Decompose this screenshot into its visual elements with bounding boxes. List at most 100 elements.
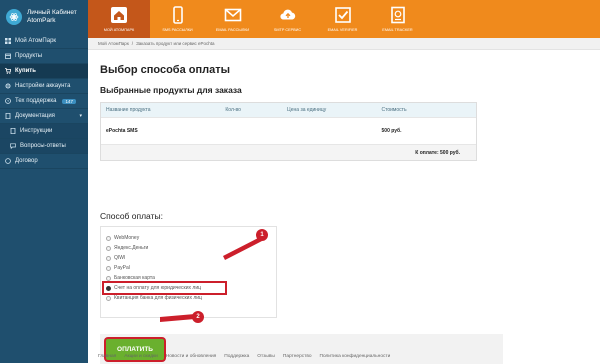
sidebar-item-products[interactable]: Продукты (0, 49, 88, 64)
sidebar-item-faq[interactable]: Вопросы-ответы (0, 139, 88, 154)
support-icon: ? (5, 98, 11, 104)
payment-option-label: PayPal (114, 265, 130, 271)
payment-option-label: Банковская карта (114, 275, 155, 281)
table-total-row: К оплате: 500 руб. (101, 145, 476, 160)
products-section-title: Выбранные продукты для заказа (100, 85, 242, 95)
sidebar-item-label: Настройки аккаунта (15, 83, 71, 89)
sidebar-item-buy[interactable]: Купить (0, 64, 88, 79)
footer-link-promos[interactable]: Акции и скидки (124, 354, 158, 359)
tab-label: Email рассылки (215, 28, 250, 32)
footer-link-privacy[interactable]: Политика конфиденциальности (320, 354, 391, 359)
sidebar-item-my-atompark[interactable]: Мой АтомПарк (0, 34, 88, 49)
atom-icon (6, 9, 22, 25)
payment-option-bank-receipt[interactable]: Квитанция банка для физических лиц (106, 293, 276, 303)
payment-method-title: Способ оплаты: (100, 211, 163, 221)
brand-line1: Личный Кабинет (27, 9, 77, 16)
page-title: Выбор способа оплаты (100, 64, 231, 76)
products-table: Название продукта Кол-во Цена за единицу… (100, 102, 477, 161)
sidebar-nav: Мой АтомПарк Продукты Купить Настройки а… (0, 34, 88, 169)
cloud-upload-icon (279, 9, 295, 20)
radio-button[interactable] (106, 255, 111, 261)
brand[interactable]: Личный Кабинет AtomPark (0, 0, 88, 34)
brand-text: Личный Кабинет AtomPark (27, 9, 77, 25)
radio-button[interactable] (106, 295, 111, 301)
column-header-qty: Кол-во (225, 107, 241, 113)
sidebar-item-documentation[interactable]: Документация ▾ (0, 109, 88, 124)
support-count-badge: 147 (62, 98, 76, 104)
tab-smtp[interactable]: SMTP сервис (260, 0, 315, 38)
radio-button[interactable] (106, 265, 111, 271)
payment-option-bank-card[interactable]: Банковская карта (106, 273, 276, 283)
footer-link-home[interactable]: Главная (98, 354, 116, 359)
total-amount: К оплате: 500 руб. (415, 149, 460, 156)
tab-my-atompark[interactable]: Мой АтомПарк (88, 0, 150, 38)
tab-email[interactable]: Email рассылки (205, 0, 260, 38)
sidebar: Личный Кабинет AtomPark Мой АтомПарк Про… (0, 0, 88, 363)
payment-option-paypal[interactable]: PayPal (106, 263, 276, 273)
cart-icon (5, 68, 11, 74)
doc-icon (5, 113, 11, 119)
phone-icon (172, 6, 183, 24)
brand-line2: AtomPark (27, 17, 56, 24)
tab-label: Мой АтомПарк (103, 28, 135, 32)
payment-option-qiwi[interactable]: QIWI (106, 253, 276, 263)
sidebar-item-label: Продукты (15, 53, 43, 59)
sidebar-item-label: Договор (15, 158, 38, 164)
footer-link-support[interactable]: Поддержка (224, 354, 249, 359)
breadcrumb-home-link[interactable]: Мой АтомПарк (98, 41, 129, 46)
sidebar-item-label: Купить (15, 68, 36, 74)
payment-option-webmoney[interactable]: WebMoney (106, 233, 276, 243)
step-marker-1: 1 (256, 229, 268, 241)
radio-button[interactable] (106, 235, 111, 241)
footer-link-reviews[interactable]: Отзывы (257, 354, 275, 359)
payment-option-yandex[interactable]: Яндекс.Деньги (106, 243, 276, 253)
sidebar-item-label: Инструкции (20, 128, 53, 134)
breadcrumb: Мой АтомПарк / Заказать продукт или серв… (88, 38, 600, 50)
footer: Главная Акции и скидки Новости и обновле… (88, 349, 600, 363)
breadcrumb-separator: / (131, 41, 134, 46)
contract-icon (5, 158, 11, 164)
sidebar-item-contract[interactable]: Договор (0, 154, 88, 169)
check-box-icon (334, 7, 351, 23)
main-content: Мой АтомПарк / Заказать продукт или серв… (88, 38, 600, 364)
doc-icon (10, 128, 16, 134)
column-header-product: Название продукта (106, 107, 151, 113)
tab-email-verifier[interactable]: Email verifier (315, 0, 370, 38)
sidebar-item-label: Мой АтомПарк (15, 38, 57, 44)
column-header-cost: Стоимость (381, 107, 407, 113)
chevron-down-icon: ▾ (79, 113, 82, 119)
sidebar-item-label: Вопросы-ответы (20, 143, 66, 149)
sidebar-item-instructions[interactable]: Инструкции (0, 124, 88, 139)
footer-link-partnership[interactable]: Партнерство (283, 354, 312, 359)
mail-icon (224, 8, 241, 22)
gear-icon (5, 83, 11, 89)
tracker-icon (390, 6, 405, 24)
sidebar-item-label: Документация (15, 113, 55, 119)
sidebar-item-account-settings[interactable]: Настройки аккаунта (0, 79, 88, 94)
footer-link-news[interactable]: Новости и обновления (166, 354, 216, 359)
sidebar-item-label: Тех поддержка (15, 98, 57, 104)
payment-option-invoice-legal[interactable]: Счет на оплату для юридических лиц (102, 281, 227, 295)
payment-options-box: WebMoney Яндекс.Деньги QIWI PayPal Банко… (100, 226, 277, 318)
radio-button-selected[interactable] (106, 285, 111, 291)
home-icon (111, 7, 127, 23)
tab-label: SMTP сервис (273, 28, 302, 32)
tab-label: Email tracker (382, 28, 413, 32)
table-row: ePochta SMS 500 руб. (101, 118, 476, 145)
tab-email-tracker[interactable]: Email tracker (370, 0, 425, 38)
chat-icon (10, 143, 16, 149)
radio-button[interactable] (106, 275, 111, 281)
table-header-row: Название продукта Кол-во Цена за единицу… (101, 103, 476, 118)
product-name-cell: ePochta SMS (106, 128, 138, 134)
breadcrumb-current: Заказать продукт или сервис ePochta (136, 41, 215, 46)
radio-button[interactable] (106, 245, 111, 251)
top-nav-bar: Мой АтомПарк SMS рассылки Email рассылки… (88, 0, 600, 38)
box-icon (5, 53, 11, 59)
step-marker-2: 2 (192, 311, 204, 323)
grid-icon (5, 38, 11, 44)
tab-label: SMS рассылки (162, 28, 193, 32)
payment-option-label: Яндекс.Деньги (114, 245, 149, 251)
sidebar-item-support[interactable]: ? Тех поддержка 147 (0, 94, 88, 109)
tab-sms[interactable]: SMS рассылки (150, 0, 205, 38)
payment-option-label: QIWI (114, 255, 126, 261)
